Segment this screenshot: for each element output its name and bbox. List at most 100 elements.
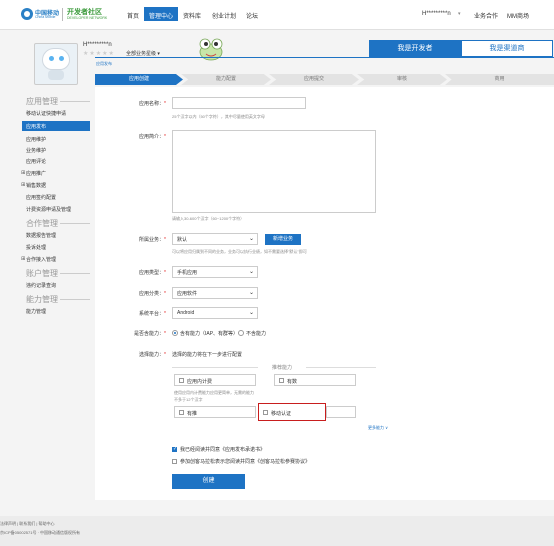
join-hackathon-checkbox[interactable]	[172, 459, 177, 464]
nav-management-center[interactable]: 管理中心	[149, 11, 173, 20]
sidebar-item-access-management[interactable]: 合作接入管理	[26, 256, 56, 263]
star-rating-icon: ★★★★★	[83, 51, 115, 57]
sidebar-item-sales-data[interactable]: 销售数据	[26, 182, 46, 189]
nav-startup-plan[interactable]: 创业计划	[212, 11, 236, 20]
contains-yes-radio[interactable]	[172, 330, 178, 336]
ability-item-youtui[interactable]: 有推	[174, 406, 256, 418]
sidebar-item-ability-management[interactable]: 能力管理	[26, 308, 46, 315]
category-label: 应用分类：*	[139, 291, 166, 297]
business-level-dropdown[interactable]: 全部业务星级 ▾	[126, 50, 160, 57]
nav-forum[interactable]: 论坛	[246, 11, 258, 20]
step-submit: 应用提交	[269, 74, 359, 85]
sidebar-item-app-publish[interactable]: 应用发布	[26, 123, 46, 130]
contains-yes-label[interactable]: 含有能力（IAP、有群等）	[180, 330, 238, 337]
step-ability-config: 能力配置	[181, 74, 271, 85]
expand-plus-icon[interactable]: ⊞	[21, 256, 25, 262]
sidebar-divider	[60, 299, 90, 300]
checkbox[interactable]	[179, 378, 184, 383]
sidebar-item-complaint[interactable]: 投诉处理	[26, 244, 46, 251]
agree-commitment-label[interactable]: 我已经阅读并同意《应用发布承诺书》	[180, 446, 265, 453]
join-hackathon-label[interactable]: 参加创客马拉松表示您阅读并同意《创客马拉松参赛协议》	[180, 458, 310, 465]
nav-library[interactable]: 资料库	[183, 11, 201, 20]
sidebar-section-ability: 能力管理	[26, 295, 58, 304]
sidebar-divider	[60, 223, 90, 224]
chevron-down-icon[interactable]: ▾	[458, 11, 461, 17]
logo-divider	[62, 8, 63, 21]
intro-textarea[interactable]	[172, 130, 376, 213]
type-select[interactable]: 手机应用 ⌄	[172, 266, 258, 278]
app-name-input[interactable]	[172, 97, 306, 109]
breadcrumb[interactable]: 应用发布	[96, 61, 112, 67]
checkbox[interactable]	[263, 410, 268, 415]
mascot-frog-icon	[199, 38, 223, 61]
footer	[0, 516, 554, 546]
expand-plus-icon[interactable]: ⊞	[21, 182, 25, 188]
create-button[interactable]: 创建	[172, 474, 245, 489]
nav-business-cooperation[interactable]: 业务合作	[474, 11, 498, 20]
logo-subtitle: China Mobile	[35, 15, 56, 19]
sidebar-section-cooperation: 合作管理	[26, 219, 58, 228]
step-create: 应用创建	[95, 74, 183, 85]
sidebar-item-quick-auth[interactable]: 移动认证快捷申请	[26, 110, 66, 117]
platform-select[interactable]: Android ⌄	[172, 307, 258, 319]
ability-note-2: 不多于12个汉字	[174, 397, 203, 402]
nav-mm-store[interactable]: MM商场	[507, 11, 529, 20]
type-label: 应用类型：*	[139, 270, 166, 276]
china-mobile-logo-icon[interactable]	[21, 8, 33, 20]
business-select[interactable]: 默认 ⌄	[172, 233, 258, 245]
app-name-hint: 25个汉字以内（50个字符），其中尽量使用英文字母	[172, 114, 265, 119]
sidebar-item-app-maintain[interactable]: 应用维护	[26, 136, 46, 143]
chevron-down-icon: ⌄	[249, 236, 255, 242]
user-menu[interactable]: H*********n	[422, 11, 451, 17]
contains-no-radio[interactable]	[238, 330, 244, 336]
ability-item-iap[interactable]: 应用内计费	[174, 374, 256, 386]
category-select[interactable]: 应用软件 ⌄	[172, 287, 258, 299]
profile-name: H*********n	[83, 42, 112, 48]
step-review: 审核	[357, 74, 447, 85]
sidebar-item-billing-resource[interactable]: 计费资源申请及管理	[26, 206, 71, 213]
chevron-down-icon: ⌄	[249, 269, 255, 275]
robot-body-icon	[48, 70, 64, 80]
breadcrumb-divider	[95, 57, 554, 58]
sidebar-divider	[60, 273, 90, 274]
ability-note: 使用应用内计费能力应用更简单，无需的能力	[174, 390, 254, 395]
agree-commitment-checkbox[interactable]	[172, 446, 177, 452]
checkbox[interactable]	[179, 410, 184, 415]
business-hint: 可以将应用归属到不同的业务，业务可以执行业绩，如不需要选择"默认"即可	[172, 249, 307, 254]
robot-eye-icon	[49, 56, 54, 61]
sidebar-item-app-promotion[interactable]: 应用推广	[26, 170, 46, 177]
tab-channel-partner[interactable]: 我是渠道商	[461, 40, 553, 57]
intro-label: 应用简介：*	[139, 134, 166, 140]
sidebar-item-data-report[interactable]: 数据报告管理	[26, 232, 56, 239]
business-select-value: 默认	[177, 237, 188, 243]
more-abilities-link[interactable]: 更多能力 ∨	[368, 425, 388, 431]
sidebar-item-violation-records[interactable]: 违约记录查询	[26, 282, 56, 289]
ability-item-empty	[326, 406, 356, 418]
type-select-value: 手机应用	[177, 270, 198, 276]
robot-eye-icon	[59, 56, 64, 61]
step-commercial: 商用	[445, 74, 554, 85]
recommend-divider-right	[306, 367, 376, 368]
sidebar-section-app-management: 应用管理	[26, 97, 58, 106]
intro-hint: 请输入30-600个汉字（60~1200个字符）	[172, 216, 245, 221]
choose-ability-hint: 选择的能力将在下一步进行配置	[172, 352, 243, 358]
portal-subtitle: DEVELOPER NETWORK	[67, 16, 108, 20]
sidebar-divider	[60, 101, 90, 102]
checkbox[interactable]	[279, 378, 284, 383]
new-business-button[interactable]: 新增业务	[265, 234, 301, 245]
tab-developer[interactable]: 我是开发者	[369, 40, 461, 57]
business-label: 所属业务：*	[139, 237, 166, 243]
sidebar-item-business-maintain[interactable]: 业务维护	[26, 147, 46, 154]
ability-item-mobile-auth[interactable]: 移动认证	[258, 403, 326, 421]
app-name-label: 应用名称：*	[139, 101, 166, 107]
contains-no-label[interactable]: 不含能力	[246, 330, 266, 337]
contains-ability-label: 是否含能力：*	[134, 331, 166, 337]
expand-plus-icon[interactable]: ⊞	[21, 170, 25, 176]
sidebar-item-app-review[interactable]: 应用评论	[26, 158, 46, 165]
robot-head-icon	[42, 48, 70, 70]
ability-item-youshu[interactable]: 有数	[274, 374, 356, 386]
footer-links[interactable]: 法律声明 | 联系我们 | 帮助中心	[0, 521, 55, 527]
sidebar-item-sign-config[interactable]: 应用签约配置	[26, 194, 56, 201]
platform-label: 系统平台：*	[139, 311, 166, 317]
nav-home[interactable]: 首页	[127, 11, 139, 20]
